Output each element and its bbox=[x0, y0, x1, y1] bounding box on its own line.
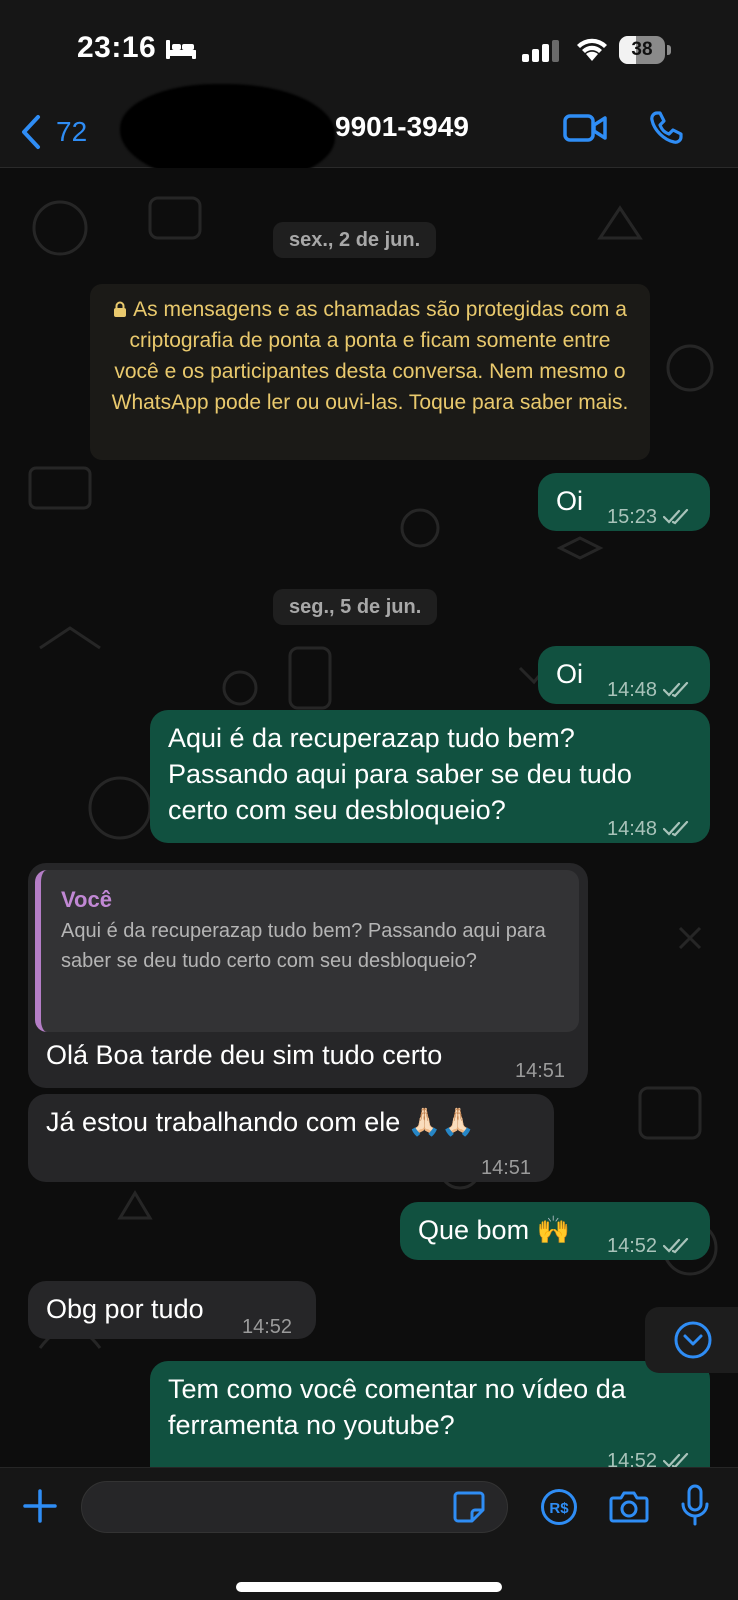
message-time: 14:48 bbox=[607, 818, 658, 840]
wifi-icon bbox=[577, 38, 607, 61]
message-meta: 14:52 bbox=[607, 1228, 691, 1264]
message-incoming[interactable]: Obg por tudo 14:52 bbox=[28, 1281, 316, 1339]
signal-icon bbox=[522, 40, 559, 62]
message-text: Oi bbox=[556, 486, 583, 516]
encryption-notice-text: As mensagens e as chamadas são protegida… bbox=[111, 298, 629, 414]
status-bar: 23:16 38 bbox=[0, 0, 738, 100]
quoted-message[interactable]: Você Aqui é da recuperazap tudo bem? Pas… bbox=[35, 870, 579, 1032]
encryption-notice[interactable]: As mensagens e as chamadas são protegida… bbox=[90, 284, 650, 460]
double-check-icon bbox=[663, 821, 689, 837]
battery-icon: 38 bbox=[619, 36, 671, 64]
chevron-left-icon bbox=[22, 115, 40, 149]
message-outgoing[interactable]: Oi 15:23 bbox=[538, 473, 710, 531]
message-meta: 14:48 bbox=[607, 672, 691, 708]
video-call-icon[interactable] bbox=[563, 112, 607, 144]
scroll-to-bottom-button[interactable] bbox=[645, 1307, 738, 1373]
message-outgoing[interactable]: Tem como você comentar no vídeo da ferra… bbox=[150, 1361, 710, 1467]
message-meta: 14:48 bbox=[607, 811, 691, 847]
back-button[interactable]: 72 bbox=[20, 112, 87, 152]
message-time: 14:52 bbox=[607, 1450, 658, 1467]
date-divider: seg., 5 de jun. bbox=[273, 589, 438, 625]
chevron-down-icon bbox=[674, 1321, 711, 1359]
message-meta: 14:52 bbox=[607, 1443, 691, 1467]
double-check-icon bbox=[663, 1453, 689, 1467]
input-bar: R$ bbox=[0, 1467, 738, 1600]
contact-name[interactable]: 9901-3949 bbox=[335, 111, 469, 143]
message-input[interactable] bbox=[81, 1481, 508, 1533]
home-indicator[interactable] bbox=[236, 1582, 502, 1592]
chat-header: 72 9901-3949 bbox=[0, 84, 738, 184]
message-meta: 15:23 bbox=[607, 499, 691, 535]
message-text: Tem como você comentar no vídeo da ferra… bbox=[168, 1374, 626, 1440]
message-time: 14:48 bbox=[607, 679, 658, 701]
chat-area[interactable]: sex., 2 de jun. As mensagens e as chamad… bbox=[0, 168, 738, 1467]
quote-text: Aqui é da recuperazap tudo bem? Passando… bbox=[61, 920, 546, 972]
message-text: Olá Boa tarde deu sim tudo certo bbox=[46, 1040, 443, 1070]
message-time: 14:52 bbox=[607, 1235, 658, 1257]
message-text: Já estou trabalhando com ele 🙏🏻🙏🏻 bbox=[46, 1107, 475, 1137]
quote-author: Você bbox=[61, 887, 112, 912]
message-incoming[interactable]: Já estou trabalhando com ele 🙏🏻🙏🏻 14:51 bbox=[28, 1094, 554, 1182]
message-text: Obg por tudo bbox=[46, 1294, 204, 1324]
unread-count: 72 bbox=[56, 116, 88, 147]
message-time: 14:51 bbox=[515, 1060, 566, 1082]
message-outgoing[interactable]: Oi 14:48 bbox=[538, 646, 710, 704]
message-time: 15:23 bbox=[607, 506, 658, 528]
bed-icon bbox=[166, 40, 196, 59]
message-incoming-reply[interactable]: Você Aqui é da recuperazap tudo bem? Pas… bbox=[28, 863, 588, 1088]
status-time: 23:16 bbox=[77, 31, 157, 64]
message-text: Oi bbox=[556, 659, 583, 689]
date-divider: sex., 2 de jun. bbox=[273, 222, 437, 258]
message-outgoing[interactable]: Que bom 🙌 14:52 bbox=[400, 1202, 710, 1260]
message-outgoing[interactable]: Aqui é da recuperazap tudo bem? Passando… bbox=[150, 710, 710, 843]
lock-icon bbox=[114, 301, 127, 317]
svg-text:R$: R$ bbox=[549, 1500, 569, 1517]
plus-icon[interactable] bbox=[22, 1488, 58, 1524]
sticker-icon[interactable] bbox=[452, 1490, 486, 1524]
double-check-icon bbox=[663, 1238, 689, 1254]
phone-icon[interactable] bbox=[648, 110, 684, 146]
message-time: 14:51 bbox=[481, 1157, 532, 1179]
camera-icon[interactable] bbox=[609, 1488, 649, 1524]
pay-icon[interactable]: R$ bbox=[540, 1488, 578, 1526]
battery-level: 38 bbox=[631, 39, 653, 60]
message-time: 14:52 bbox=[242, 1316, 293, 1338]
microphone-icon[interactable] bbox=[680, 1484, 710, 1526]
double-check-icon bbox=[663, 682, 689, 698]
message-text: Que bom 🙌 bbox=[418, 1215, 571, 1245]
double-check-icon bbox=[663, 509, 689, 525]
